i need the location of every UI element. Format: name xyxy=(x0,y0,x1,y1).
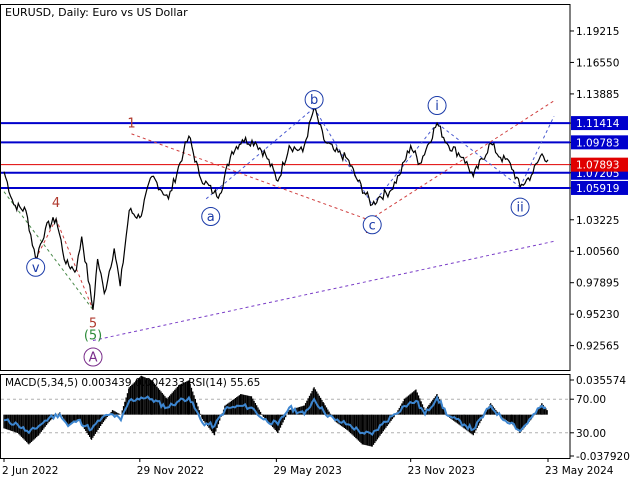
price-tick-label: 1.16550 xyxy=(576,57,619,69)
chart-title: EURUSD, Daily: Euro vs US Dollar xyxy=(5,6,188,19)
indicator-tick-label: -0.037920 xyxy=(576,451,630,463)
wave-label: A xyxy=(89,351,98,366)
wave-label: 4 xyxy=(52,196,60,211)
indicator-tick-label: 30.00 xyxy=(576,428,606,440)
wave-label: a xyxy=(207,210,215,225)
price-tick-label: 0.92565 xyxy=(576,341,619,353)
wave-label: b xyxy=(310,93,318,108)
wave-label: (5) xyxy=(84,329,102,344)
level-label: 1.09783 xyxy=(576,137,619,149)
wave-label: ii xyxy=(516,201,523,216)
price-tick-label: 1.00560 xyxy=(576,246,619,258)
time-tick-label: 29 Nov 2022 xyxy=(137,465,204,477)
wave-label: i xyxy=(435,99,439,114)
time-tick-label: 29 May 2023 xyxy=(273,465,341,477)
level-label: 1.11414 xyxy=(576,118,620,130)
time-tick-label: 23 Nov 2023 xyxy=(408,465,475,477)
wave-label: 1 xyxy=(127,117,135,132)
price-tick-label: 0.95230 xyxy=(576,309,619,321)
wave-label: c xyxy=(369,218,376,233)
price-chart: 12345(5)Aabciiiv 1.192151.165501.138851.… xyxy=(0,0,640,480)
price-tick-label: 1.13885 xyxy=(576,89,619,101)
current-price-label: 1.07893 xyxy=(576,160,619,172)
price-tick-label: 1.03225 xyxy=(576,215,619,227)
price-tick-label: 0.97895 xyxy=(576,278,619,290)
indicator-tick-label: 0.035574 xyxy=(576,375,626,387)
time-tick-label: 2 Jun 2022 xyxy=(2,465,58,477)
price-tick-label: 1.19215 xyxy=(576,26,619,38)
chart-root: 12345(5)Aabciiiv 1.192151.165501.138851.… xyxy=(0,0,640,480)
indicator-tick-label: 70.00 xyxy=(576,394,606,406)
wave-label: v xyxy=(32,261,40,276)
level-label: 1.05919 xyxy=(576,183,619,195)
indicator-label: MACD(5,34,5) 0.003439 0.004233 RSI(14) 5… xyxy=(5,377,260,389)
time-tick-label: 23 May 2024 xyxy=(545,465,614,477)
